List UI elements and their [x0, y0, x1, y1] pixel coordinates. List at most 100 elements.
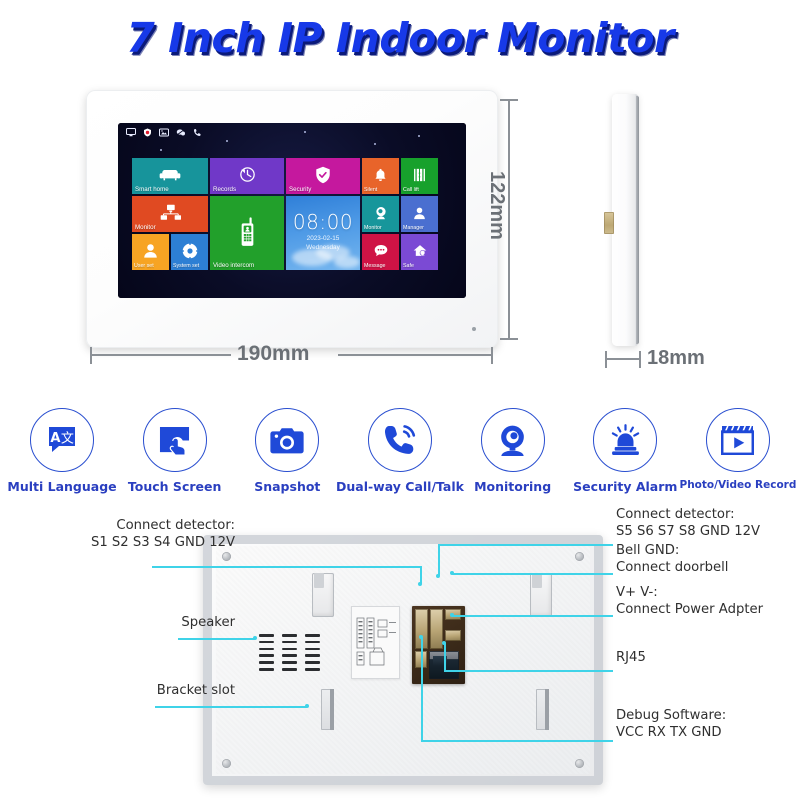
annotation-rj45: RJ45: [616, 650, 646, 665]
message-mute-icon[interactable]: [176, 128, 186, 137]
dim-width-line-right: [338, 354, 493, 356]
feature-dual-way-call[interactable]: Dual-way Call/Talk: [336, 408, 464, 508]
feature-label: Multi Language: [7, 479, 117, 494]
monitor-icon[interactable]: [126, 128, 136, 137]
screen-ui: Smart home Records Security Monitor User…: [118, 123, 466, 298]
dim-depth-line: [606, 358, 640, 360]
tile-label: Safe: [403, 262, 414, 269]
annotation-line-debug: [421, 740, 613, 742]
feature-snapshot[interactable]: Snapshot: [233, 408, 341, 508]
screw-bottom-left: [222, 759, 231, 768]
camera-icon: [270, 427, 304, 453]
bracket-slot-top-right: [530, 573, 552, 617]
tile-monitor-camera[interactable]: Monitor: [362, 196, 399, 232]
dim-height-cap-top: [500, 99, 518, 101]
wiring-diagram: [356, 617, 396, 666]
annotation-dot-bracket-slot: [305, 704, 309, 708]
webcam-icon: [501, 425, 524, 456]
bell-icon: [375, 168, 386, 181]
sofa-icon: [159, 169, 181, 181]
feature-label: Security Alarm: [573, 479, 678, 494]
siren-icon: [611, 424, 639, 455]
feature-label: Snapshot: [254, 479, 321, 494]
back-view: Connect detector: S1 S2 S3 S4 GND 12V Sp…: [0, 507, 800, 800]
tile-call-lift[interactable]: Call lift: [401, 158, 438, 194]
feature-photo-video-record[interactable]: Photo/Video Record: [680, 408, 796, 508]
feature-icon-circle: [480, 408, 545, 472]
tile-silent[interactable]: Silent: [362, 158, 399, 194]
tile-video-intercom[interactable]: Video intercom: [210, 196, 284, 270]
clock-time: 08:00: [292, 209, 354, 234]
feature-monitoring[interactable]: Monitoring: [459, 408, 567, 508]
camera-icon: [375, 206, 386, 219]
dim-height-label: 122mm: [486, 171, 508, 240]
tile-message[interactable]: Message: [362, 234, 399, 270]
side-view: [604, 94, 692, 349]
annotation-line-debug-riser: [421, 637, 423, 741]
feature-touch-screen[interactable]: Touch Screen: [121, 408, 229, 508]
clock-icon: [239, 167, 255, 182]
product-infographic: 7 Inch IP Indoor Monitor Smart home Reco…: [0, 0, 800, 800]
tile-system-set[interactable]: System set: [171, 234, 208, 270]
tile-clock[interactable]: 08:00 2023-02-15 Wednesday: [286, 196, 360, 270]
monitor-side-edge: [636, 96, 639, 344]
screen-tile-grid: Smart home Records Security Monitor User…: [132, 158, 452, 284]
annotation-line-bell-gnd: [452, 573, 613, 575]
home-shield-icon: [413, 245, 426, 256]
tile-records[interactable]: Records: [210, 158, 284, 194]
feature-label: Dual-way Call/Talk: [335, 479, 464, 494]
tile-label: Smart home: [135, 185, 169, 193]
tile-user-set[interactable]: User set: [132, 234, 169, 270]
shield-check-icon: [316, 166, 330, 183]
dim-width-cap-left: [90, 347, 92, 364]
svg-text:文: 文: [61, 432, 74, 447]
monitor-side-connector-tab: [604, 212, 614, 234]
feature-security-alarm[interactable]: Security Alarm: [571, 408, 679, 508]
screw-top-right: [575, 552, 584, 561]
annotation-line-bracket-slot: [155, 706, 307, 708]
tile-smart-home[interactable]: Smart home: [132, 158, 208, 194]
tile-monitor[interactable]: Monitor: [132, 196, 208, 232]
feature-icon-circle: [367, 408, 432, 472]
annotation-line-detector-2-riser: [438, 544, 440, 576]
dim-width-label: 190mm: [237, 342, 310, 365]
annotation-power: V+ V-: Connect Power Adpter: [616, 585, 764, 617]
annotation-line-power: [452, 615, 613, 617]
tile-safe[interactable]: Safe: [401, 234, 438, 270]
tile-security[interactable]: Security: [286, 158, 360, 194]
page-title: 7 Inch IP Indoor Monitor: [126, 14, 674, 62]
annotation-dot-debug: [419, 635, 423, 639]
feature-label: Photo/Video Record: [679, 479, 797, 491]
tile-label: Monitor: [364, 224, 382, 231]
gear-icon: [181, 242, 198, 259]
terminal-power: [445, 630, 461, 641]
tile-label: Silent: [364, 186, 378, 193]
tile-label: Monitor: [135, 223, 156, 231]
dim-depth-cap-left: [605, 351, 607, 368]
dim-depth-cap-right: [639, 351, 641, 368]
shield-record-icon[interactable]: [143, 128, 152, 137]
annotation-bell-gnd: Bell GND: Connect doorbell: [616, 543, 729, 575]
tile-label: Message: [364, 262, 386, 269]
feature-multi-language[interactable]: A 文 Multi Language: [7, 408, 117, 508]
annotation-connect-detector-2: Connect detector: S5 S6 S7 S8 GND 12V: [616, 507, 761, 539]
phone-icon[interactable]: [193, 128, 202, 137]
tile-manager[interactable]: Manager: [401, 196, 438, 232]
tile-label: Security: [289, 185, 312, 193]
feature-icon-circle: [705, 408, 770, 472]
feature-icon-circle: [255, 408, 320, 472]
grille-column: [305, 634, 320, 671]
annotation-dot-speaker: [253, 636, 257, 640]
annotation-debug: Debug Software: VCC RX TX GND: [616, 708, 727, 740]
annotation-dot-rj45: [442, 641, 446, 645]
bracket-slot-bottom-right: [536, 689, 549, 730]
tile-label: User set: [134, 262, 154, 269]
monitor-screen-glass: Smart home Records Security Monitor User…: [118, 123, 466, 298]
elevator-icon: [414, 168, 425, 181]
feature-row: A 文 Multi Language Touch Screen Snapshot…: [0, 408, 800, 508]
photo-icon[interactable]: [159, 128, 169, 137]
wiring-label-sticker: [351, 606, 400, 679]
clock-date: 2023-02-15: [306, 234, 340, 242]
annotation-line-detector-2: [438, 544, 613, 546]
user-icon: [414, 207, 425, 219]
